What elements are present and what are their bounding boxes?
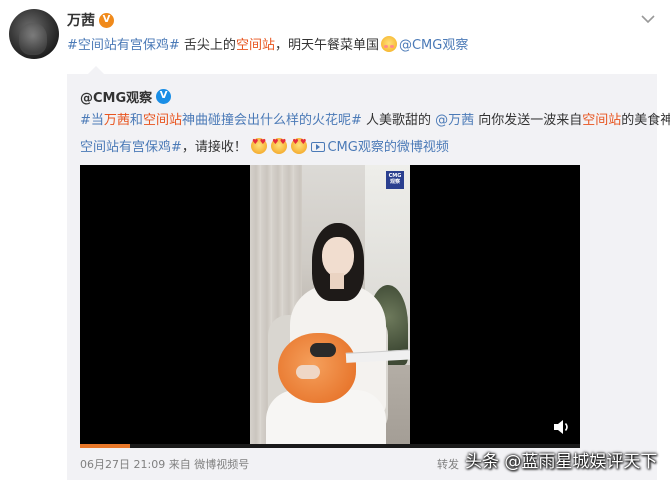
repost-text-line-2: 空间站有宫保鸡#，请接收！ CMG观察的微博视频	[80, 138, 449, 157]
post-meta: 06月27日 21:09 来自 微博视频号	[80, 456, 249, 472]
heart-eyes-emoji-icon	[251, 138, 268, 154]
text-segment: ，明天午餐菜单国	[274, 38, 379, 53]
watermark: 头条 @蓝雨星城娱评天下	[465, 452, 658, 472]
verified-badge-icon: V	[99, 12, 114, 28]
face	[322, 237, 354, 277]
text-link[interactable]: 和	[130, 113, 143, 128]
original-author-row: @CMG观察 V	[80, 86, 172, 106]
text-link[interactable]: #空间站有宫保鸡#	[67, 38, 180, 53]
video-link-icon	[311, 142, 326, 152]
video-progress-fill	[80, 444, 130, 448]
text-segment: 人美歌甜的	[361, 113, 436, 128]
text-link[interactable]: @万茜	[435, 113, 474, 128]
highlighted-keyword[interactable]: 空间站	[582, 113, 621, 128]
video-frame: CMG 观察	[250, 165, 410, 448]
author-name[interactable]: 万茜	[67, 10, 95, 30]
author-row: 万茜 V	[67, 10, 114, 30]
source-prefix: 来自	[168, 458, 191, 471]
highlighted-keyword[interactable]: 空间站	[143, 113, 182, 128]
video-player[interactable]: CMG 观察	[80, 165, 580, 448]
repost-button[interactable]: 转发	[437, 456, 459, 472]
video-link[interactable]: CMG观察的微博视频	[311, 140, 449, 155]
highlighted-keyword[interactable]: 万茜	[104, 113, 130, 128]
volume-icon[interactable]	[553, 419, 571, 435]
hashtag-link[interactable]: 空间站有宫保鸡#	[80, 140, 182, 155]
repost-text: ，请接收！	[181, 140, 247, 155]
blush-emoji-icon	[380, 36, 397, 52]
timestamp[interactable]: 06月27日 21:09	[80, 458, 165, 471]
original-author-name[interactable]: @CMG观察	[80, 87, 152, 106]
chevron-down-icon[interactable]	[640, 13, 656, 25]
repost-text-line-1: #当万茜和空间站神曲碰撞会出什么样的火花呢# 人美歌甜的 @万茜 向你发送一波来…	[80, 112, 670, 130]
text-segment: 的美食神曲	[621, 113, 670, 128]
text-link[interactable]: @CMG观察	[399, 38, 468, 53]
guitar-sound-hole	[310, 343, 336, 357]
text-segment: 舌尖上的	[179, 38, 236, 53]
repost-notch	[88, 66, 104, 74]
text-link[interactable]: 神曲碰撞会出什么样的火花呢#	[182, 113, 362, 128]
weibo-post: 万茜 V #空间站有宫保鸡# 舌尖上的空间站，明天午餐菜单国 @CMG观察 @CM…	[0, 0, 670, 482]
avatar[interactable]	[9, 9, 59, 59]
heart-eyes-emoji-icon	[271, 138, 288, 154]
neck	[330, 273, 344, 289]
highlighted-keyword[interactable]: 空间站	[236, 38, 275, 53]
cmg-logo-icon: CMG 观察	[386, 171, 404, 189]
text-segment: 向你发送一波来自	[474, 113, 583, 128]
verified-badge-icon: V	[156, 88, 172, 104]
source-link[interactable]: 微博视频号	[194, 458, 249, 471]
post-text: #空间站有宫保鸡# 舌尖上的空间站，明天午餐菜单国 @CMG观察	[67, 36, 468, 55]
heart-eyes-emoji-icon	[291, 138, 308, 154]
video-link-label: CMG观察的微博视频	[327, 140, 449, 155]
text-link[interactable]: #当	[80, 113, 104, 128]
hand	[296, 365, 320, 379]
